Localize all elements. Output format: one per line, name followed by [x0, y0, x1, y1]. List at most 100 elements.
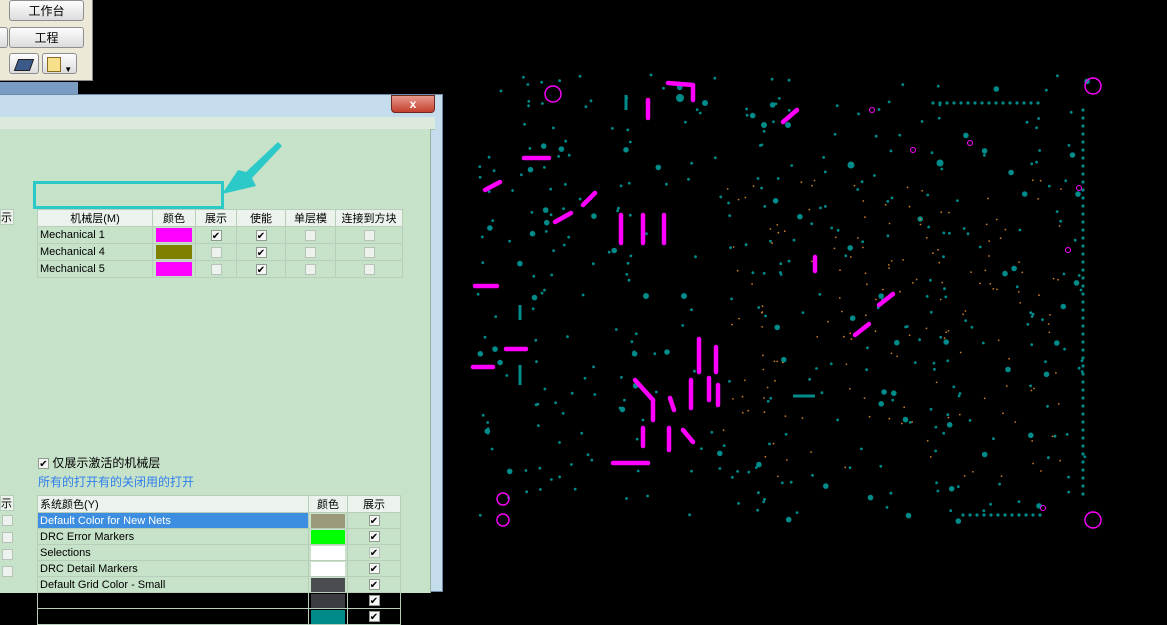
sys-row[interactable]: Selections ✔ [37, 544, 401, 561]
show-checkbox[interactable]: ✔ [368, 531, 380, 543]
partial-checkbox[interactable] [2, 515, 13, 526]
sys-show-cell[interactable]: ✔ [347, 608, 401, 625]
sys-col-color[interactable]: 颜色 [308, 495, 348, 513]
mech-row[interactable]: Mechanical 1 ✔ ✔ [37, 226, 403, 244]
sys-row[interactable]: DRC Error Markers ✔ [37, 528, 401, 545]
mech-enable-cell[interactable]: ✔ [236, 226, 286, 244]
mech-col-single-layer[interactable]: 单层模 [285, 209, 336, 227]
show-checkbox[interactable]: ✔ [368, 579, 380, 591]
layers-button[interactable] [9, 53, 39, 74]
sys-show-cell[interactable]: ✔ [347, 528, 401, 545]
mech-enable-cell[interactable]: ✔ [236, 243, 286, 261]
system-colors-table: 系统颜色(Y) 颜色 展示 Default Color for New Nets… [37, 495, 401, 625]
show-checkbox[interactable]: ✔ [368, 595, 380, 607]
sys-row[interactable]: Pad Holes ✔ [37, 608, 401, 625]
pcb-canvas[interactable] [443, 0, 1167, 592]
show-checkbox[interactable]: ✔ [210, 229, 222, 242]
mech-single-cell[interactable] [285, 243, 336, 261]
sys-row[interactable]: Default Grid Color - Large ✔ [37, 592, 401, 609]
via-dot [902, 259, 904, 261]
sys-show-cell[interactable]: ✔ [347, 592, 401, 609]
show-checkbox[interactable]: ✔ [368, 611, 380, 623]
toggle-links[interactable]: 所有的打开有的关闭用的打开 [38, 473, 194, 490]
via-dot [813, 179, 816, 182]
only-active-checkbox[interactable]: ✔ [38, 458, 49, 470]
sys-color-cell[interactable] [308, 528, 348, 545]
mech-row[interactable]: Mechanical 5 ✔ [37, 260, 403, 278]
sys-row[interactable]: DRC Detail Markers ✔ [37, 560, 401, 577]
partial-checkbox[interactable] [2, 532, 13, 543]
mech-single-cell[interactable] [285, 260, 336, 278]
color-swatch[interactable] [311, 561, 345, 576]
mech-show-cell[interactable] [195, 243, 237, 261]
sys-color-cell[interactable] [308, 512, 348, 529]
close-button[interactable]: x [391, 95, 435, 113]
show-checkbox[interactable] [210, 263, 222, 275]
sys-color-cell[interactable] [308, 576, 348, 593]
via-dot [844, 466, 847, 469]
color-swatch[interactable] [311, 545, 345, 560]
mech-row[interactable]: Mechanical 4 ✔ [37, 243, 403, 261]
pad [751, 271, 755, 275]
enable-checkbox[interactable]: ✔ [255, 263, 267, 276]
show-checkbox[interactable]: ✔ [368, 563, 380, 575]
color-swatch[interactable] [311, 529, 345, 544]
color-swatch[interactable] [311, 593, 345, 608]
sys-col-show[interactable]: 展示 [347, 495, 401, 513]
mech-col-enable[interactable]: 使能 [236, 209, 286, 227]
mech-show-cell[interactable] [195, 260, 237, 278]
partial-button[interactable] [0, 27, 8, 48]
via-dot [1037, 198, 1039, 200]
single-layer-checkbox[interactable] [305, 263, 316, 275]
show-checkbox[interactable]: ✔ [368, 515, 380, 527]
mech-layer-color[interactable] [152, 243, 196, 261]
mech-col-name[interactable]: 机械层(M) [37, 209, 153, 227]
sys-row[interactable]: Default Grid Color - Small ✔ [37, 576, 401, 593]
enable-checkbox[interactable]: ✔ [255, 246, 267, 259]
track [680, 427, 696, 445]
partial-checkbox[interactable] [2, 566, 13, 577]
mech-col-show[interactable]: 展示 [195, 209, 237, 227]
sys-color-cell[interactable] [308, 560, 348, 577]
mech-enable-cell[interactable]: ✔ [236, 260, 286, 278]
mech-link-cell[interactable] [335, 226, 403, 244]
color-swatch[interactable] [156, 262, 192, 276]
show-checkbox[interactable]: ✔ [368, 547, 380, 559]
pad [481, 413, 485, 417]
only-active-option[interactable]: ✔ 仅展示激活的机械层 [38, 454, 160, 471]
mech-layer-color[interactable] [152, 260, 196, 278]
sys-show-cell[interactable]: ✔ [347, 576, 401, 593]
enable-checkbox[interactable]: ✔ [255, 229, 267, 242]
project-button[interactable]: 工程 [9, 27, 84, 48]
pad [833, 132, 837, 136]
color-swatch[interactable] [311, 577, 345, 592]
sys-show-cell[interactable]: ✔ [347, 560, 401, 577]
mech-single-cell[interactable] [285, 226, 336, 244]
link-checkbox[interactable] [363, 263, 375, 275]
color-swatch[interactable] [156, 245, 192, 259]
color-swatch[interactable] [311, 609, 345, 624]
sys-color-cell[interactable] [308, 544, 348, 561]
partial-checkbox[interactable] [2, 549, 13, 560]
sys-row[interactable]: Default Color for New Nets ✔ [37, 512, 401, 529]
show-checkbox[interactable] [210, 246, 222, 258]
link-checkbox[interactable] [363, 229, 375, 241]
sys-color-cell[interactable] [308, 608, 348, 625]
sys-col-name[interactable]: 系统颜色(Y) [37, 495, 309, 513]
color-swatch[interactable] [311, 513, 345, 528]
single-layer-checkbox[interactable] [305, 246, 316, 258]
mech-layer-color[interactable] [152, 226, 196, 244]
mech-col-color[interactable]: 颜色 [152, 209, 196, 227]
sys-color-cell[interactable] [308, 592, 348, 609]
mech-show-cell[interactable]: ✔ [195, 226, 237, 244]
workbench-button[interactable]: 工作台 [9, 0, 84, 21]
link-checkbox[interactable] [363, 246, 375, 258]
sys-show-cell[interactable]: ✔ [347, 512, 401, 529]
mech-link-cell[interactable] [335, 243, 403, 261]
document-menu-button[interactable]: ▼ [42, 53, 77, 74]
mech-link-cell[interactable] [335, 260, 403, 278]
color-swatch[interactable] [156, 228, 192, 242]
sys-show-cell[interactable]: ✔ [347, 544, 401, 561]
single-layer-checkbox[interactable] [305, 229, 316, 241]
mech-col-link[interactable]: 连接到方块 [335, 209, 403, 227]
